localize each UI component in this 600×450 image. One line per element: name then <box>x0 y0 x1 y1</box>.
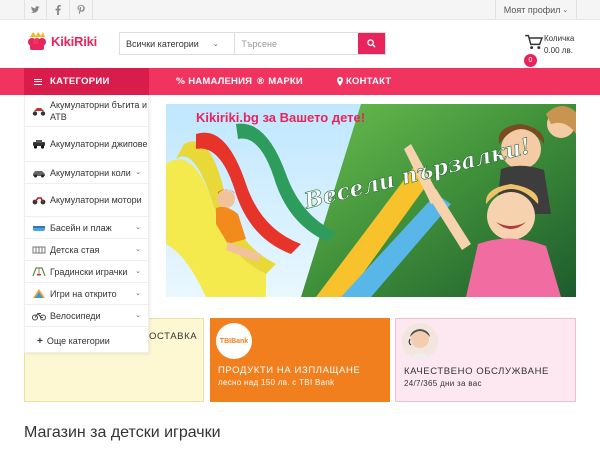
chevron-down-icon: ⌄ <box>135 223 141 231</box>
twitter-icon[interactable] <box>24 0 47 20</box>
sidebar-item-label: Велосипеди <box>50 310 101 321</box>
more-categories-link[interactable]: + Още категории <box>25 331 148 351</box>
tbi-bank-badge: TBIBank <box>216 323 252 359</box>
cart-total: 0.00 лв. <box>544 46 573 55</box>
nav-link-contact[interactable]: КОНТАКТ <box>337 68 391 95</box>
toy-icon <box>32 288 46 299</box>
search-bar: Всички категории ⌄ <box>119 32 386 55</box>
chevron-down-icon: ⌄ <box>135 289 141 297</box>
car-icon <box>32 168 46 178</box>
sidebar-item-jeeps[interactable]: Акумулаторни джипове <box>25 127 148 162</box>
nav-link-brands[interactable]: ® МАРКИ <box>256 68 303 95</box>
motorcycle-icon <box>32 195 46 205</box>
crib-icon <box>32 245 46 255</box>
info-box-delivery-title: ОСТАВКА <box>149 331 198 342</box>
search-input[interactable] <box>235 33 359 54</box>
my-profile-menu[interactable]: Моят профил ⌄ <box>495 0 577 20</box>
bicycle-icon <box>32 311 46 321</box>
logo-text: KikiRiki <box>51 33 98 49</box>
sidebar-item-label: Градински играчки <box>50 266 128 277</box>
info-box-service-subtitle: 24/7/365 дни за вас <box>404 379 482 388</box>
map-pin-icon <box>337 77 343 86</box>
facebook-icon[interactable] <box>47 0 70 20</box>
site-header: KikiRiki Всички категории ⌄ 0 Количка 0.… <box>0 20 600 68</box>
tbi-bank-badge-text: TBIBank <box>219 337 249 345</box>
sidebar-item-label: Игри на открито <box>50 288 117 299</box>
main-nav: КАТЕГОРИИ % НАМАЛЕНИЯ ® МАРКИ КОНТАКТ <box>0 68 600 95</box>
sidebar-item-label: Акумулаторни бъгита и АТВ <box>50 99 147 122</box>
nav-link-brands-label: МАРКИ <box>268 76 303 87</box>
sidebar-item-motorcycles[interactable]: Акумулаторни мотори <box>25 184 148 217</box>
chevron-down-icon: ⌄ <box>135 168 141 176</box>
sidebar-item-garden-toys[interactable]: Градински играчки ⌄ <box>25 261 148 283</box>
cart-count-badge: 0 <box>524 54 537 67</box>
cart-widget[interactable]: 0 Количка 0.00 лв. <box>524 32 584 67</box>
search-category-value: Всички категории <box>126 38 199 49</box>
sidebar-item-label: Акумулаторни коли <box>50 167 131 178</box>
info-box-leasing-title: ПРОДУКТИ НА ИЗПЛАЩАНЕ <box>218 365 361 376</box>
hero-banner-image: Kikiriki.bg за Вашето дете! Весели пърза… <box>166 104 576 297</box>
jeep-icon <box>32 139 46 149</box>
sidebar-item-label: Акумулаторни джипове <box>50 139 148 149</box>
logo-mark-icon <box>26 31 48 51</box>
support-agent-avatar <box>402 323 438 359</box>
sidebar-item-nursery[interactable]: Детска стая ⌄ <box>25 239 148 261</box>
atv-icon <box>32 106 46 116</box>
sidebar-item-label: Басейн и плаж <box>50 222 112 233</box>
plus-icon: + <box>37 335 43 347</box>
info-box-service[interactable]: КАЧЕСТВЕНО ОБСЛУЖВАНЕ 24/7/365 дни за ва… <box>395 318 576 402</box>
nav-link-sale[interactable]: % НАМАЛЕНИЯ <box>176 68 252 95</box>
my-profile-label: Моят профил <box>503 5 561 15</box>
info-box-service-title: КАЧЕСТВЕНО ОБСЛУЖВАНЕ <box>404 366 549 377</box>
registered-icon: ® <box>256 76 266 87</box>
chevron-down-icon: ⌄ <box>135 267 141 275</box>
sidebar-item-pool[interactable]: Басейн и плаж ⌄ <box>25 217 148 239</box>
cart-label: Количка <box>544 34 575 43</box>
search-category-select[interactable]: Всички категории ⌄ <box>120 33 236 54</box>
sidebar-item-atv[interactable]: Акумулаторни бъгита и АТВ <box>25 95 148 127</box>
chevron-down-icon: ⌄ <box>135 311 141 319</box>
category-dropdown: Акумулаторни бъгита и АТВ Акумулаторни д… <box>24 95 149 353</box>
top-bar: Моят профил ⌄ <box>0 0 600 20</box>
nav-link-sale-label: НАМАЛЕНИЯ <box>188 76 253 87</box>
sidebar-item-bicycles[interactable]: Велосипеди ⌄ <box>25 305 148 327</box>
sidebar-item-outdoor-games[interactable]: Игри на открито ⌄ <box>25 283 148 305</box>
swing-icon <box>32 266 46 277</box>
site-logo[interactable]: KikiRiki <box>26 31 97 51</box>
info-box-leasing-subtitle: лесно над 150 лв. с TBI Bank <box>218 378 335 387</box>
sidebar-item-cars[interactable]: Акумулаторни коли ⌄ <box>25 162 148 184</box>
nav-link-contact-label: КОНТАКТ <box>346 76 392 87</box>
section-heading: Магазин за детски играчки <box>24 424 221 441</box>
search-icon <box>367 39 376 48</box>
pool-icon <box>32 223 46 233</box>
categories-toggle[interactable]: КАТЕГОРИИ <box>24 68 149 95</box>
sidebar-item-label: Детска стая <box>50 244 100 255</box>
sidebar-item-label: Акумулаторни мотори <box>50 195 142 205</box>
info-box-leasing[interactable]: TBIBank ПРОДУКТИ НА ИЗПЛАЩАНЕ лесно над … <box>210 318 390 402</box>
chevron-down-icon: ⌄ <box>562 7 569 14</box>
categories-label: КАТЕГОРИИ <box>50 76 110 87</box>
more-categories-label: Още категории <box>46 336 110 346</box>
shopping-cart-icon <box>525 34 544 50</box>
search-button[interactable] <box>358 33 385 54</box>
chevron-down-icon: ⌄ <box>135 245 141 253</box>
hero-banner[interactable]: Kikiriki.bg за Вашето дете! Весели пърза… <box>166 104 576 297</box>
banner-site-text: Kikiriki.bg за Вашето дете! <box>196 110 365 125</box>
pinterest-icon[interactable] <box>70 0 93 20</box>
percent-icon: % <box>176 76 186 87</box>
hamburger-icon <box>34 78 42 85</box>
chevron-down-icon: ⌄ <box>212 40 219 48</box>
